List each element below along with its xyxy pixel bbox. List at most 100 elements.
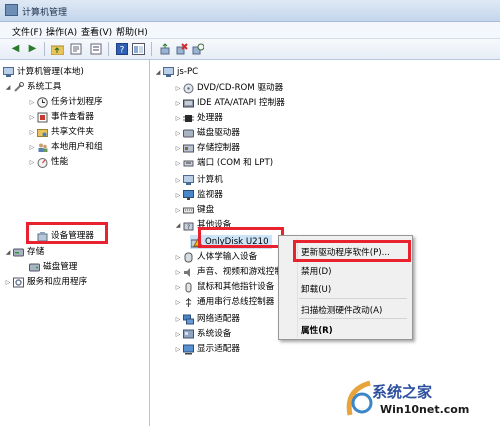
help-icon[interactable]: ?	[114, 42, 129, 56]
tree-label: 事件查看器	[51, 111, 94, 122]
tree-item-task-scheduler[interactable]: ▷ 任务计划程序	[28, 95, 103, 109]
port-icon	[183, 158, 194, 169]
expand-arrow-icon[interactable]: ▷	[174, 284, 182, 291]
device-category[interactable]: ▷ IDE ATA/ATAPI 控制器	[174, 96, 285, 110]
uninstall-icon[interactable]	[174, 42, 189, 56]
device-category[interactable]: ▷ 鼠标和其他指针设备	[174, 280, 274, 294]
device-category[interactable]: ▷ 计算机	[174, 173, 223, 187]
expand-arrow-icon[interactable]: ▷	[4, 279, 12, 286]
tree-item-performance[interactable]: ▷ 性能	[28, 155, 68, 169]
computer-icon	[163, 66, 174, 78]
tree-item-event-viewer[interactable]: ▷ 事件查看器	[28, 110, 94, 124]
tree-item-computer-mgmt[interactable]: 计算机管理(本地)	[2, 65, 84, 79]
device-category[interactable]: ▷ 人体学输入设备	[174, 250, 257, 264]
tree-item-shared-folders[interactable]: ▷ 共享文件夹	[28, 125, 94, 139]
hid-icon	[183, 252, 194, 263]
expand-arrow-icon[interactable]: ▷	[174, 145, 182, 152]
collapse-arrow-icon[interactable]: ◢	[174, 222, 182, 229]
expand-arrow-icon[interactable]: ▷	[174, 346, 182, 353]
expand-arrow-icon[interactable]: ▷	[174, 269, 182, 276]
storage-controller-icon	[183, 143, 194, 154]
device-label: 人体学输入设备	[197, 251, 258, 262]
menu-action[interactable]: 操作(A)	[46, 25, 77, 38]
expand-arrow-icon[interactable]: ▷	[174, 207, 182, 214]
storage-icon	[13, 247, 24, 258]
device-category[interactable]: ▷ 网络适配器	[174, 312, 240, 326]
services-icon	[13, 277, 24, 288]
device-label: 网络适配器	[197, 313, 240, 324]
menu-item-properties[interactable]: 属性(R)	[301, 324, 333, 336]
tree-label: 系统工具	[27, 81, 62, 92]
collapse-arrow-icon[interactable]: ◢	[4, 249, 12, 256]
menu-item-uninstall[interactable]: 卸载(U)	[301, 283, 331, 295]
expand-arrow-icon[interactable]: ▷	[174, 130, 182, 137]
menu-bar: 文件(F) 操作(A) 查看(V) 帮助(H)	[0, 22, 500, 39]
back-icon[interactable]: ◀	[8, 42, 23, 56]
computer-management-window: 计算机管理 文件(F) 操作(A) 查看(V) 帮助(H) ◀ ▶ ? 计算机管…	[0, 0, 500, 426]
tree-item-local-users[interactable]: ▷ 本地用户和组	[28, 140, 103, 154]
update-driver-icon[interactable]	[190, 42, 205, 56]
expand-arrow-icon[interactable]: ▷	[28, 159, 36, 166]
expand-arrow-icon[interactable]: ▷	[174, 299, 182, 306]
tree-item-disk-management[interactable]: 磁盘管理	[28, 260, 77, 274]
expand-arrow-icon[interactable]: ▷	[174, 192, 182, 199]
tree-label: 本地用户和组	[51, 141, 103, 152]
expand-arrow-icon[interactable]: ▷	[174, 331, 182, 338]
expand-arrow-icon[interactable]: ▷	[174, 254, 182, 261]
device-category[interactable]: ▷ 通用串行总线控制器	[174, 295, 274, 309]
event-viewer-icon	[37, 112, 48, 123]
device-category[interactable]: ▷ DVD/CD-ROM 驱动器	[174, 81, 283, 95]
toolbar: ◀ ▶ ?	[0, 39, 500, 60]
menu-help[interactable]: 帮助(H)	[116, 25, 148, 38]
tree-item-storage[interactable]: ◢ 存储	[4, 245, 45, 259]
device-label: 处理器	[197, 112, 223, 123]
device-category[interactable]: ▷ 磁盘驱动器	[174, 126, 240, 140]
device-category[interactable]: ▷ 处理器	[174, 111, 223, 125]
display-adapter-icon	[183, 344, 194, 355]
menu-item-scan-hardware[interactable]: 扫描检测硬件改动(A)	[301, 304, 382, 316]
expand-arrow-icon[interactable]: ▷	[28, 99, 36, 106]
expand-arrow-icon[interactable]: ▷	[174, 85, 182, 92]
tools-icon	[13, 81, 24, 93]
svg-text:?: ?	[119, 46, 124, 56]
device-tree-root[interactable]: ◢ js-PC	[154, 65, 198, 79]
menu-file[interactable]: 文件(F)	[12, 25, 42, 38]
expand-arrow-icon[interactable]: ▷	[174, 316, 182, 323]
watermark: 系统之家 Win10net.com	[340, 375, 500, 426]
list-icon[interactable]	[88, 42, 103, 56]
device-category[interactable]: ▷ 键盘	[174, 203, 215, 217]
collapse-arrow-icon[interactable]: ◢	[154, 69, 162, 76]
device-category[interactable]: ▷ 端口 (COM 和 LPT)	[174, 156, 273, 170]
device-category[interactable]: ▷ 声音、视频和游戏控制器	[174, 265, 292, 279]
device-category[interactable]: ▷ 监视器	[174, 188, 223, 202]
device-root-label: js-PC	[177, 66, 199, 77]
tree-item-system-tools[interactable]: ◢ 系统工具	[4, 80, 61, 94]
device-label: 鼠标和其他指针设备	[197, 281, 275, 292]
device-category[interactable]: ▷ 系统设备	[174, 327, 232, 341]
expand-arrow-icon[interactable]: ▷	[28, 144, 36, 151]
menu-view[interactable]: 查看(V)	[81, 25, 112, 38]
forward-icon[interactable]: ▶	[25, 42, 40, 56]
up-folder-icon[interactable]	[50, 42, 65, 56]
tree-label: 任务计划程序	[51, 96, 103, 107]
collapse-arrow-icon[interactable]: ◢	[4, 84, 12, 91]
device-category[interactable]: ▷ 存储控制器	[174, 141, 240, 155]
show-pane-icon[interactable]	[131, 42, 146, 56]
device-label: 显示适配器	[197, 343, 240, 354]
device-category[interactable]: ▷ 显示适配器	[174, 342, 240, 356]
expand-arrow-icon[interactable]: ▷	[28, 114, 36, 121]
expand-arrow-icon[interactable]: ▷	[174, 115, 182, 122]
tree-item-services-apps[interactable]: ▷ 服务和应用程序	[4, 275, 87, 289]
properties-icon[interactable]	[68, 42, 83, 56]
keyboard-icon	[183, 205, 194, 216]
menu-item-disable[interactable]: 禁用(D)	[301, 265, 332, 277]
device-label: 计算机	[197, 174, 223, 185]
performance-icon	[37, 157, 48, 168]
expand-arrow-icon[interactable]: ▷	[174, 100, 182, 107]
device-label: DVD/CD-ROM 驱动器	[197, 82, 284, 93]
expand-arrow-icon[interactable]: ▷	[174, 177, 182, 184]
expand-arrow-icon[interactable]: ▷	[28, 129, 36, 136]
expand-arrow-icon[interactable]: ▷	[174, 160, 182, 167]
watermark-brand: 系统之家	[372, 383, 433, 401]
refresh-icon[interactable]	[157, 42, 172, 56]
